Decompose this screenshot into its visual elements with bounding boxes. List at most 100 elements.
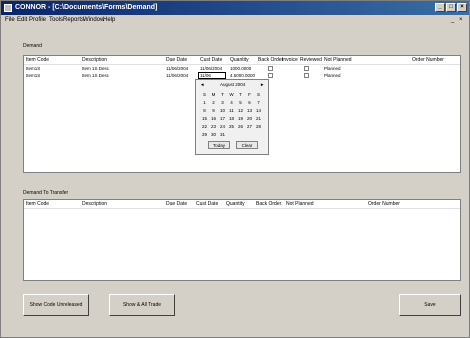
- menu-help[interactable]: Help: [103, 15, 115, 26]
- save-button[interactable]: Save: [399, 294, 461, 316]
- prev-month-icon[interactable]: ◄: [200, 82, 204, 87]
- menu-reports[interactable]: Reports: [63, 15, 84, 26]
- title-bar[interactable]: CONNOR - [C:\Documents\Forms\Demand] _ □…: [1, 1, 469, 15]
- calendar-header: ◄ August 2004 ►: [196, 81, 268, 89]
- cust-date-editor[interactable]: 11/06: [198, 72, 226, 79]
- col-quantity[interactable]: Quantity: [230, 57, 249, 63]
- mdi-close-icon[interactable]: ×: [459, 15, 463, 26]
- calendar-clear-button[interactable]: Clear: [236, 141, 258, 149]
- calendar-day[interactable]: 10: [218, 108, 227, 113]
- col-not-planned[interactable]: Not Planned: [286, 201, 314, 207]
- back-order-checkbox[interactable]: [268, 73, 273, 78]
- calendar-day[interactable]: 18: [227, 116, 236, 121]
- cell-due-date: 11/06/2004: [166, 73, 189, 78]
- calendar-day[interactable]: 20: [245, 116, 254, 121]
- calendar-month-label: August 2004: [220, 82, 246, 87]
- table-row[interactable]: Item1S Item 1S Desc 11/06/2004 11/06/200…: [24, 65, 460, 72]
- calendar-day[interactable]: 16: [209, 116, 218, 121]
- cell-item-code: Item1S: [26, 66, 41, 71]
- col-cust-date[interactable]: Cust Date: [196, 201, 218, 207]
- calendar-day[interactable]: 17: [218, 116, 227, 121]
- maximize-button[interactable]: □: [446, 3, 456, 12]
- col-quantity[interactable]: Quantity: [226, 201, 245, 207]
- table-row[interactable]: Item1S Item 1S Desc 11/06/2004 11/06 4.5…: [24, 72, 460, 79]
- calendar-day[interactable]: 9: [209, 108, 218, 113]
- demand-grid-header: Item Code Description Due Date Cust Date…: [24, 56, 460, 65]
- transfer-grid-header: Item Code Description Due Date Cust Date…: [24, 200, 460, 209]
- cell-not-planned: Planned: [324, 66, 341, 71]
- col-due-date[interactable]: Due Date: [166, 57, 187, 63]
- calendar-day[interactable]: 6: [245, 100, 254, 105]
- weekday-label: T: [239, 92, 242, 97]
- menu-profile[interactable]: Profile: [29, 15, 46, 26]
- calendar-day[interactable]: 26: [236, 124, 245, 129]
- menu-window[interactable]: Window: [83, 15, 104, 26]
- col-cust-date[interactable]: Cust Date: [200, 57, 222, 63]
- calendar-day[interactable]: 8: [200, 108, 209, 113]
- col-invoice[interactable]: Invoice: [282, 57, 298, 63]
- next-month-icon[interactable]: ►: [260, 82, 264, 87]
- calendar-day[interactable]: 19: [236, 116, 245, 121]
- calendar-day[interactable]: 14: [254, 108, 263, 113]
- back-order-checkbox[interactable]: [268, 66, 273, 71]
- col-not-planned[interactable]: Not Planned: [324, 57, 352, 63]
- calendar-day[interactable]: 5: [236, 100, 245, 105]
- calendar-day[interactable]: 11: [227, 108, 236, 113]
- calendar-day[interactable]: 2: [209, 100, 218, 105]
- col-description[interactable]: Description: [82, 201, 107, 207]
- reviewed-checkbox[interactable]: [304, 73, 309, 78]
- col-description[interactable]: Description: [82, 57, 107, 63]
- calendar-day[interactable]: 27: [245, 124, 254, 129]
- col-due-date[interactable]: Due Date: [166, 201, 187, 207]
- cell-due-date: 11/06/2004: [166, 66, 189, 71]
- col-item-code[interactable]: Item Code: [26, 57, 49, 63]
- show-all-trade-button[interactable]: Show & All Trade: [109, 294, 175, 316]
- reviewed-checkbox[interactable]: [304, 66, 309, 71]
- minimize-button[interactable]: _: [435, 3, 445, 12]
- calendar-today-button[interactable]: Today: [208, 141, 230, 149]
- calendar-day[interactable]: 13: [245, 108, 254, 113]
- col-item-code[interactable]: Item Code: [26, 201, 49, 207]
- weekday-label: M: [211, 92, 216, 97]
- col-order-number[interactable]: Order Number: [368, 201, 400, 207]
- col-reviewed[interactable]: Reviewed: [300, 57, 322, 63]
- window-title: CONNOR - [C:\Documents\Forms\Demand]: [15, 4, 158, 11]
- cell-quantity: 1000.0000: [230, 66, 252, 71]
- calendar-day[interactable]: 21: [254, 116, 263, 121]
- cell-description: Item 1S Desc: [82, 66, 110, 71]
- show-unreleased-button[interactable]: Show Code Unreleased: [23, 294, 89, 316]
- calendar-day[interactable]: 30: [209, 132, 218, 137]
- demand-section-label: Demand: [23, 43, 42, 49]
- calendar-day[interactable]: 4: [227, 100, 236, 105]
- col-order-number[interactable]: Order Number: [412, 57, 444, 63]
- calendar-day[interactable]: 15: [200, 116, 209, 121]
- calendar-day[interactable]: 28: [254, 124, 263, 129]
- transfer-grid[interactable]: Item Code Description Due Date Cust Date…: [23, 199, 461, 281]
- weekday-label: T: [221, 92, 224, 97]
- menu-tools[interactable]: Tools: [49, 15, 63, 26]
- weekday-label: W: [229, 92, 234, 97]
- weekday-label: F: [248, 92, 251, 97]
- calendar-day[interactable]: 1: [200, 100, 209, 105]
- date-picker-popup[interactable]: ◄ August 2004 ► S M T W T F S 1 2 3 4 5 …: [195, 79, 269, 155]
- cell-description: Item 1S Desc: [82, 73, 110, 78]
- cust-date-edit-value: 11/06: [200, 73, 211, 78]
- calendar-day[interactable]: 29: [200, 132, 209, 137]
- calendar-day[interactable]: 23: [209, 124, 218, 129]
- calendar-day[interactable]: 25: [227, 124, 236, 129]
- calendar-day[interactable]: 22: [200, 124, 209, 129]
- calendar-day[interactable]: 24: [218, 124, 227, 129]
- menu-file[interactable]: File: [5, 15, 15, 26]
- cell-item-code: Item1S: [26, 73, 41, 78]
- menu-edit[interactable]: Edit: [17, 15, 27, 26]
- mdi-minimize-icon[interactable]: _: [451, 15, 454, 26]
- calendar-day[interactable]: 12: [236, 108, 245, 113]
- close-button[interactable]: ×: [457, 3, 467, 12]
- calendar-day[interactable]: 3: [218, 100, 227, 105]
- menu-bar: File Edit Profile Tools Reports Window H…: [1, 15, 469, 26]
- col-back-order[interactable]: Back Order: [258, 57, 283, 63]
- col-back-order[interactable]: Back Order: [256, 201, 281, 207]
- cell-cust-date: 11/06/2004: [200, 66, 223, 71]
- calendar-day[interactable]: 7: [254, 100, 263, 105]
- calendar-day[interactable]: 31: [218, 132, 227, 137]
